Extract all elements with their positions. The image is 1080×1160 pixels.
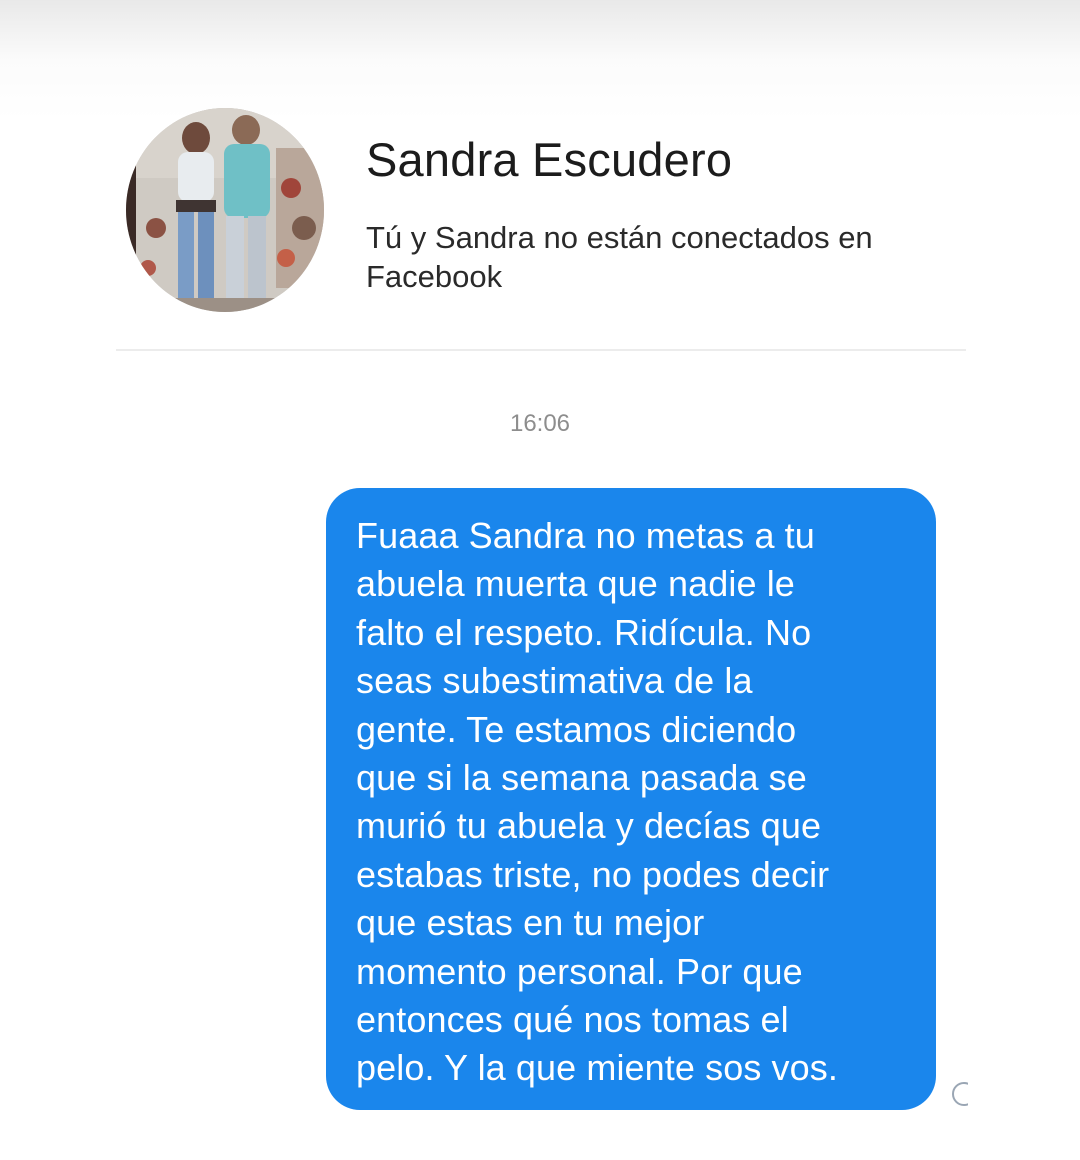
contact-avatar[interactable] [126,108,324,312]
outgoing-message-bubble[interactable]: Fuaaa Sandra no metas a tu abuela muerta… [326,488,936,1110]
contact-name[interactable]: Sandra Escudero [366,132,732,187]
read-receipt-icon [952,1082,968,1108]
connection-status: Tú y Sandra no están conectados en Faceb… [366,220,873,294]
message-timestamp: 16:06 [509,410,571,437]
avatar-photo [126,108,324,312]
message-text: Fuaaa Sandra no metas a tu abuela muerta… [356,515,838,1089]
header-divider [116,349,966,351]
conversation-header: Sandra Escudero Tú y Sandra no están con… [0,0,1080,351]
